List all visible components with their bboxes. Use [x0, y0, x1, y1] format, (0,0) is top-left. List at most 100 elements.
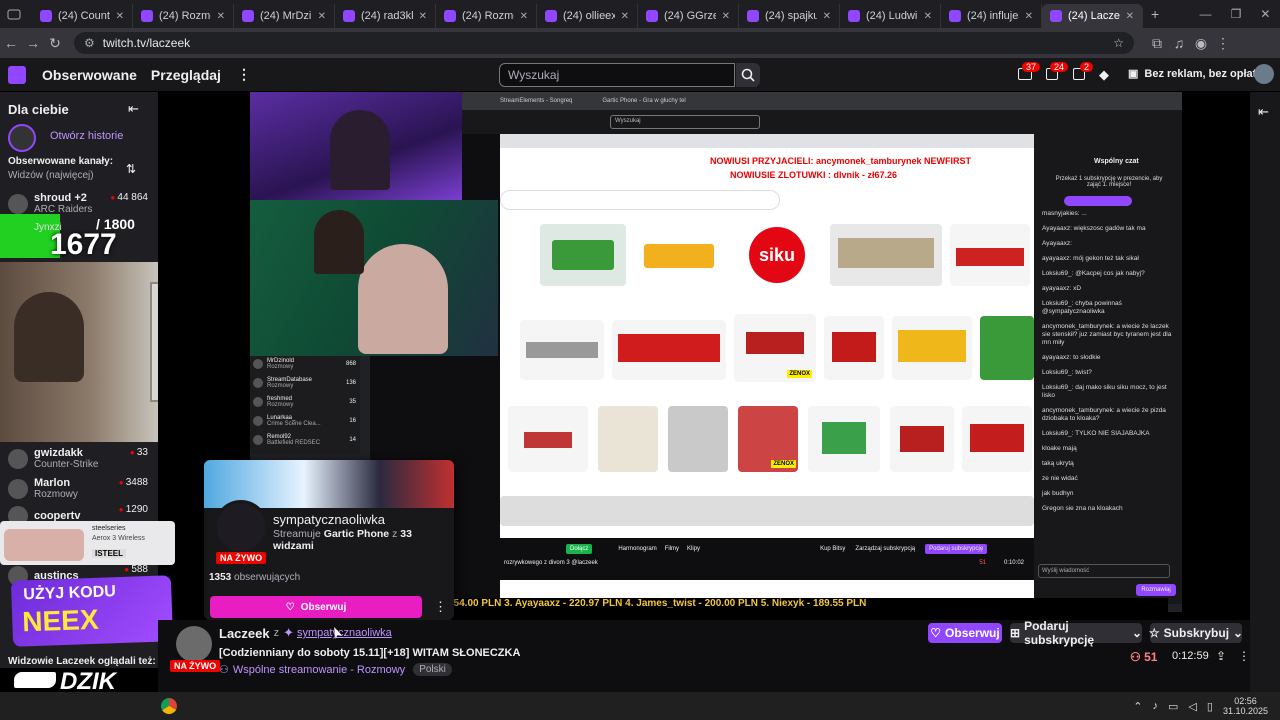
forward-icon[interactable]: → — [22, 35, 44, 51]
product-image — [598, 406, 658, 472]
url-text: twitch.tv/laczeek — [102, 36, 191, 50]
popup-more-icon[interactable]: ⋮ — [434, 599, 447, 615]
product-image — [612, 320, 726, 380]
search-button[interactable] — [736, 63, 760, 87]
tray-chevron-icon[interactable]: ⌃ — [1133, 700, 1142, 713]
browser-tab[interactable]: (24) Ludwikow ✕ — [840, 4, 941, 28]
inner-channel-row: StreamDatabase Rozmowy 136 — [250, 373, 360, 392]
browser-tab[interactable]: (24) ollieexxx ✕ — [537, 4, 638, 28]
close-window-icon[interactable]: ✕ — [1260, 7, 1270, 21]
twitch-logo-icon[interactable] — [8, 65, 26, 84]
browser-tab[interactable]: (24) rad3kk6 ✕ — [335, 4, 436, 28]
close-tab-icon[interactable]: ✕ — [823, 11, 831, 22]
streamer-avatar[interactable] — [176, 626, 212, 662]
follow-button[interactable]: ♡ Obserwuj — [928, 623, 1002, 643]
close-tab-icon[interactable]: ✕ — [419, 11, 427, 22]
nav-browse[interactable]: Przeglądaj — [151, 67, 221, 83]
inner-channel-viewers: 136 — [345, 379, 356, 386]
streamer-name[interactable]: Laczeek — [219, 626, 270, 641]
mic-icon[interactable]: ♪ — [1153, 700, 1159, 712]
twitch-favicon-icon — [646, 10, 658, 22]
collab-link[interactable]: Wspólne streamowanie — [233, 664, 347, 676]
inner-chat-line: jak budhyn — [1042, 490, 1074, 497]
stream-tag[interactable]: Polski — [413, 663, 452, 676]
browser-tab[interactable]: (24) Laczeek ✕ — [1042, 4, 1143, 28]
close-tab-icon[interactable]: ✕ — [722, 11, 730, 22]
maximize-icon[interactable]: ❐ — [1231, 7, 1242, 21]
expand-chat-icon[interactable]: ⇤ — [1258, 104, 1269, 120]
browser-tab[interactable]: (24) influjesu ✕ — [941, 4, 1042, 28]
close-tab-icon[interactable]: ✕ — [1126, 11, 1134, 22]
browser-tab[interactable]: (24) Rozmowy ✕ — [133, 4, 234, 28]
popup-channel-name[interactable]: sympatycznaoliwka — [273, 512, 385, 527]
tab-search-icon[interactable] — [4, 4, 28, 24]
volume-icon[interactable]: ◁ — [1188, 700, 1196, 713]
inner-channel-game: Rozmowy — [267, 382, 294, 389]
browser-tab[interactable]: (24) MrDzinol ✕ — [234, 4, 335, 28]
network-icon[interactable]: ▭ — [1168, 700, 1178, 713]
browser-tab[interactable]: (24) spajkuuu ✕ — [739, 4, 840, 28]
user-avatar[interactable] — [1254, 64, 1274, 84]
inner-channel-name: StreamDatabase — [267, 376, 313, 383]
back-icon[interactable]: ← — [0, 35, 22, 51]
minimize-icon[interactable]: — — [1200, 7, 1212, 21]
search-input[interactable]: Wyszukaj — [499, 63, 735, 87]
subscribe-button[interactable]: ☆ Subskrybuj ⌄ — [1148, 623, 1243, 643]
close-tab-icon[interactable]: ✕ — [520, 11, 528, 22]
partner-link[interactable]: sympatycznaoliwka — [297, 627, 392, 639]
sidebar-channel-marlon[interactable]: MarlonRozmowy 3488 — [8, 475, 148, 503]
popup-game[interactable]: Gartic Phone — [324, 528, 389, 540]
open-stories-link[interactable]: Otwórz historie — [50, 130, 123, 142]
extensions-icon[interactable]: ⧉ — [1146, 35, 1168, 52]
category-link[interactable]: Rozmowy — [357, 664, 405, 676]
turbo-icon: ▣ — [1128, 68, 1139, 80]
profile-icon[interactable]: ◉ — [1190, 35, 1212, 52]
nav-more-icon[interactable]: ⋮ — [237, 66, 251, 83]
whispers-badge: 24 — [1050, 62, 1069, 72]
site-info-icon[interactable]: ⚙ — [84, 36, 95, 50]
chrome-icon[interactable] — [161, 698, 177, 714]
popup-follow-label: Obserwuj — [300, 601, 347, 613]
inner-google-images: NOWIUSI PRZYJACIELI: ancymonek_tamburyne… — [500, 134, 1034, 604]
sort-icon[interactable]: ⇅ — [126, 162, 136, 176]
close-tab-icon[interactable]: ✕ — [1025, 11, 1033, 22]
product-image — [636, 224, 722, 286]
media-icon[interactable]: ♫ — [1168, 35, 1190, 51]
no-ads-button[interactable]: ▣ Bez reklam, bez opłat — [1128, 67, 1257, 81]
headset-model: Aerox 3 Wireless — [92, 535, 145, 542]
channel-avatar[interactable] — [214, 500, 268, 554]
browser-tab[interactable]: (24) GGrzesiek ✕ — [638, 4, 739, 28]
inner-chat-line: ze nie widać — [1042, 475, 1078, 482]
star-icon: ☆ — [1148, 626, 1160, 640]
no-ads-label: Bez reklam, bez opłat — [1144, 67, 1257, 80]
close-tab-icon[interactable]: ✕ — [217, 11, 225, 22]
close-tab-icon[interactable]: ✕ — [924, 11, 932, 22]
promo-line2: NEEX — [21, 603, 100, 638]
collapse-sidebar-icon[interactable]: ⇤ — [128, 101, 139, 117]
reload-icon[interactable]: ↻ — [44, 35, 66, 52]
share-icon[interactable]: ⇪ — [1216, 649, 1226, 663]
address-bar[interactable]: ⚙ twitch.tv/laczeek ☆ — [74, 32, 1134, 54]
battery-icon[interactable]: ▯ — [1207, 700, 1213, 713]
more-options-icon[interactable]: ⋮ — [1238, 649, 1250, 663]
popup-followers-label: obserwujących — [234, 572, 301, 583]
twitch-favicon-icon — [444, 10, 456, 22]
browser-tab[interactable]: (24) Counter-S ✕ — [32, 4, 133, 28]
menu-icon[interactable]: ⋮ — [1212, 35, 1234, 52]
inbox-badge: 2 — [1080, 62, 1094, 72]
stories-avatar[interactable] — [8, 124, 36, 152]
new-tab-icon[interactable]: + — [1151, 6, 1159, 22]
close-tab-icon[interactable]: ✕ — [621, 11, 629, 22]
nav-followed[interactable]: Obserwowane — [42, 67, 137, 83]
sidebar-channel-gwizdakk[interactable]: gwizdakkCounter-Strike 33 — [8, 445, 148, 473]
popup-streaming-line: Streamuje Gartic Phone z 33 widzami — [273, 528, 454, 552]
gift-sub-button[interactable]: ⊞ Podaruj subskrypcję ⌄ — [1010, 619, 1142, 647]
browser-tab[interactable]: (24) Rozmowy ✕ — [436, 4, 537, 28]
close-tab-icon[interactable]: ✕ — [116, 11, 124, 22]
bookmark-star-icon[interactable]: ☆ — [1113, 36, 1124, 50]
popup-follow-button[interactable]: ♡ Obserwuj — [210, 596, 422, 618]
bits-icon[interactable]: ◆ — [1099, 67, 1109, 83]
close-tab-icon[interactable]: ✕ — [318, 11, 326, 22]
clock[interactable]: 02:56 31.10.2025 — [1223, 696, 1268, 716]
window-controls[interactable]: — ❐ ✕ — [1190, 7, 1280, 21]
